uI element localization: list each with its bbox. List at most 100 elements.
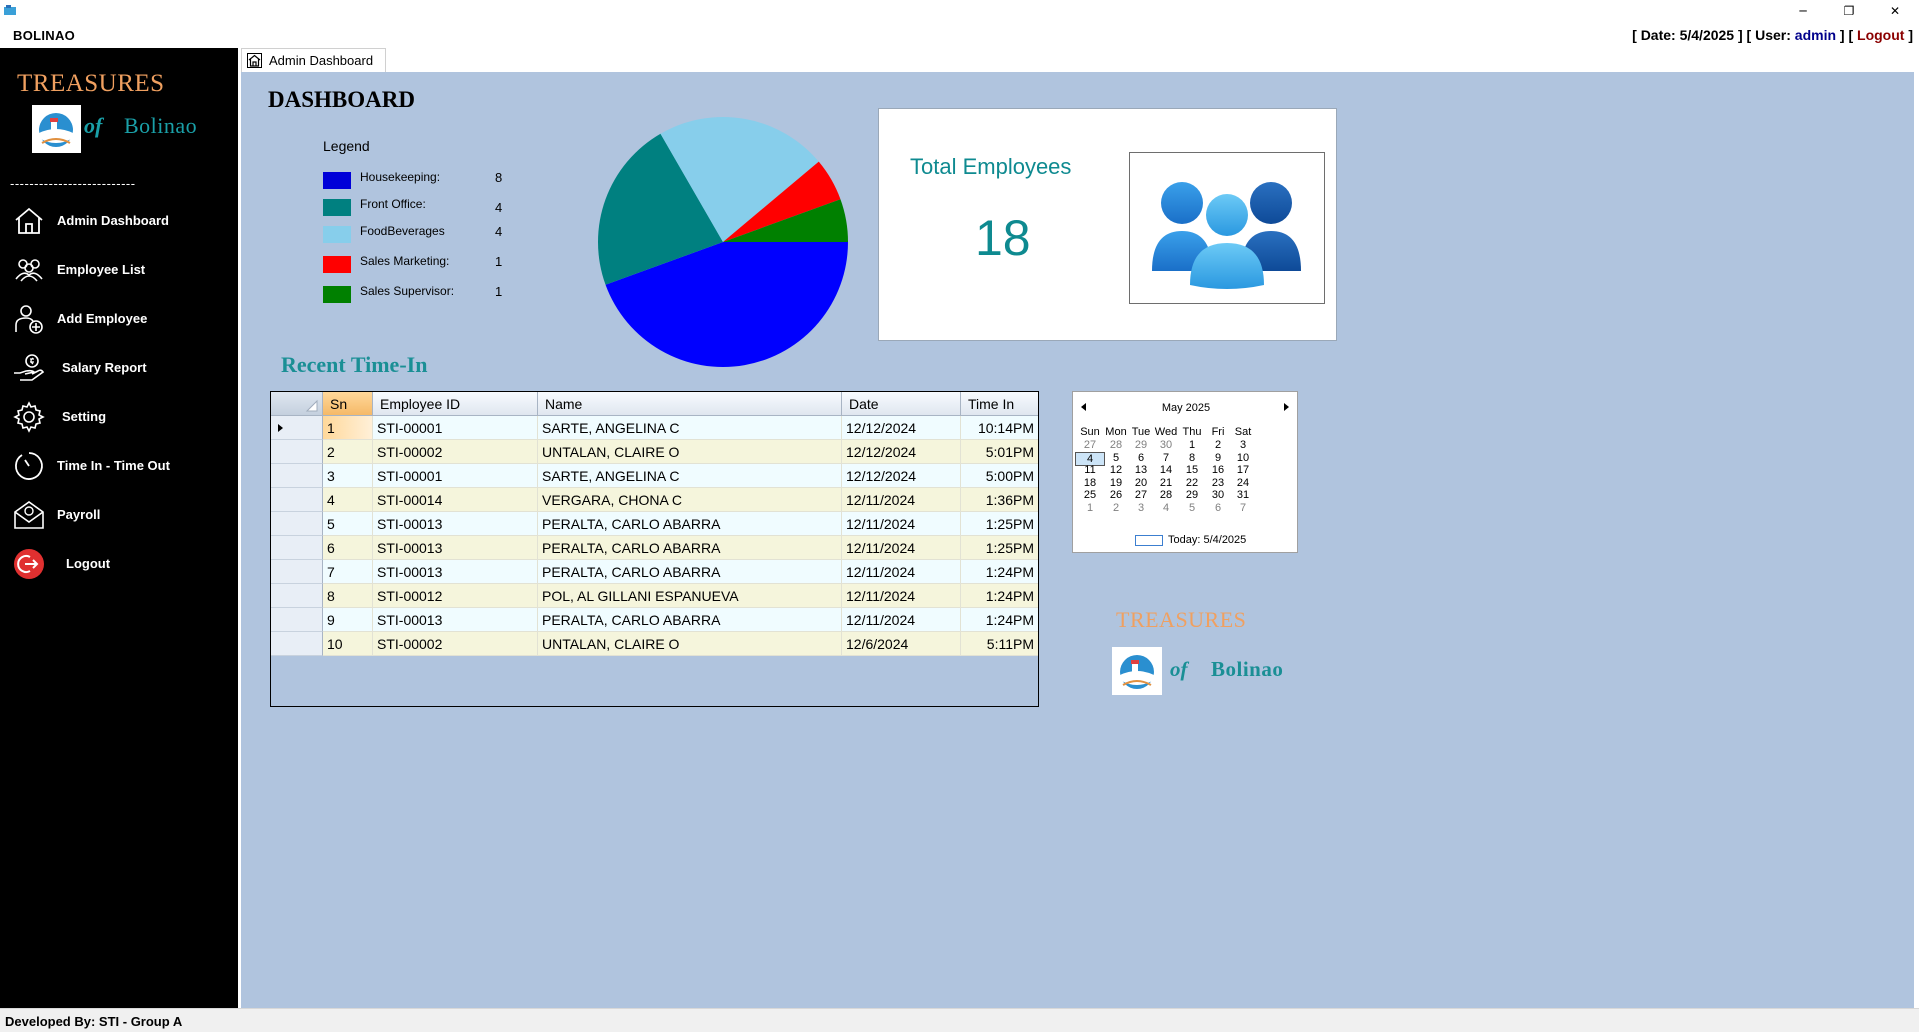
table-cell[interactable]: VERGARA, CHONA C bbox=[538, 488, 842, 512]
grid-corner[interactable] bbox=[271, 392, 323, 416]
table-cell[interactable]: 7 bbox=[323, 560, 373, 584]
sidebar-item-setting[interactable]: Setting bbox=[0, 394, 238, 438]
table-cell[interactable]: 1:24PM bbox=[961, 608, 1038, 632]
table-cell[interactable]: STI-00001 bbox=[373, 464, 538, 488]
tab-admin-dashboard[interactable]: Admin Dashboard bbox=[241, 48, 386, 72]
row-header[interactable] bbox=[271, 440, 323, 464]
table-cell[interactable]: 10:14PM bbox=[961, 416, 1038, 440]
table-cell[interactable]: SARTE, ANGELINA C bbox=[538, 464, 842, 488]
table-cell[interactable]: UNTALAN, CLAIRE O bbox=[538, 440, 842, 464]
column-header-employee-id[interactable]: Employee ID bbox=[373, 392, 538, 416]
table-cell[interactable]: 12/11/2024 bbox=[842, 512, 961, 536]
column-header-date[interactable]: Date bbox=[842, 392, 961, 416]
sidebar-item-payroll[interactable]: Payroll bbox=[0, 492, 238, 536]
calendar-day[interactable]: 7 bbox=[1228, 502, 1258, 516]
table-cell[interactable]: STI-00014 bbox=[373, 488, 538, 512]
row-header[interactable] bbox=[271, 560, 323, 584]
row-header[interactable] bbox=[271, 584, 323, 608]
table-cell[interactable]: STI-00002 bbox=[373, 632, 538, 656]
table-cell[interactable]: STI-00002 bbox=[373, 440, 538, 464]
table-cell[interactable]: 12/12/2024 bbox=[842, 416, 961, 440]
row-header[interactable] bbox=[271, 488, 323, 512]
table-cell[interactable]: 12/11/2024 bbox=[842, 488, 961, 512]
sidebar-item-salary-report[interactable]: Salary Report bbox=[0, 345, 238, 389]
table-row[interactable]: 6 STI-00013 PERALTA, CARLO ABARRA 12/11/202… bbox=[271, 536, 1038, 560]
table-cell[interactable]: 4 bbox=[323, 488, 373, 512]
table-cell[interactable]: 12/12/2024 bbox=[842, 464, 961, 488]
row-header[interactable] bbox=[271, 608, 323, 632]
column-header-sn[interactable]: Sn bbox=[323, 392, 373, 416]
table-row[interactable]: 9 STI-00013 PERALTA, CARLO ABARRA 12/11/202… bbox=[271, 608, 1038, 632]
table-cell[interactable]: STI-00001 bbox=[373, 416, 538, 440]
row-header[interactable] bbox=[271, 512, 323, 536]
table-cell[interactable]: PERALTA, CARLO ABARRA bbox=[538, 536, 842, 560]
table-cell[interactable]: 1:24PM bbox=[961, 584, 1038, 608]
month-calendar[interactable]: May 2025 Today: 5/4/2025 Sun Mon Tue Wed Thu… bbox=[1072, 391, 1298, 553]
row-header[interactable] bbox=[271, 536, 323, 560]
sidebar-item-admin-dashboard[interactable]: Admin Dashboard bbox=[0, 198, 238, 242]
row-header[interactable] bbox=[271, 464, 323, 488]
sidebar-item-time-in-time-out[interactable]: Time In - Time Out bbox=[0, 443, 238, 487]
total-employees-label: Total Employees bbox=[910, 154, 1072, 179]
table-cell[interactable]: UNTALAN, CLAIRE O bbox=[538, 632, 842, 656]
recent-time-in-grid[interactable]: Sn Employee ID Name Date Time In 1 STI-00… bbox=[270, 391, 1039, 707]
app-window: ─ ❐ ✕ BOLINAO [ Date: 5/4/2025 ] [ User:… bbox=[0, 0, 1919, 1032]
minimize-button[interactable]: ─ bbox=[1780, 0, 1826, 22]
table-cell[interactable]: STI-00013 bbox=[373, 608, 538, 632]
table-row[interactable]: 5 STI-00013 PERALTA, CARLO ABARRA 12/11/202… bbox=[271, 512, 1038, 536]
table-row[interactable]: 4 STI-00014 VERGARA, CHONA C 12/11/2024 1:36… bbox=[271, 488, 1038, 512]
table-cell[interactable]: SARTE, ANGELINA C bbox=[538, 416, 842, 440]
sidebar-item-add-employee[interactable]: Add Employee bbox=[0, 296, 238, 340]
table-cell[interactable]: 5:00PM bbox=[961, 464, 1038, 488]
column-header-time-in[interactable]: Time In bbox=[961, 392, 1038, 416]
table-cell[interactable]: 1:24PM bbox=[961, 560, 1038, 584]
logout-link[interactable]: Logout bbox=[1857, 27, 1904, 43]
sidebar-item-employee-list[interactable]: Employee List bbox=[0, 247, 238, 291]
calendar-today-link[interactable]: Today: 5/4/2025 bbox=[1168, 534, 1246, 546]
table-cell[interactable]: STI-00013 bbox=[373, 560, 538, 584]
table-cell[interactable]: 10 bbox=[323, 632, 373, 656]
calendar-next-button[interactable] bbox=[1284, 403, 1289, 411]
tab-label: Admin Dashboard bbox=[269, 53, 374, 68]
column-header-name[interactable]: Name bbox=[538, 392, 842, 416]
table-cell[interactable]: STI-00012 bbox=[373, 584, 538, 608]
table-cell[interactable]: 9 bbox=[323, 608, 373, 632]
table-row[interactable]: 2 STI-00002 UNTALAN, CLAIRE O 12/12/2024 5:0… bbox=[271, 440, 1038, 464]
table-cell[interactable]: 5:01PM bbox=[961, 440, 1038, 464]
table-cell[interactable]: PERALTA, CARLO ABARRA bbox=[538, 608, 842, 632]
table-cell[interactable]: 1:25PM bbox=[961, 536, 1038, 560]
maximize-button[interactable]: ❐ bbox=[1826, 0, 1872, 22]
table-cell[interactable]: STI-00013 bbox=[373, 512, 538, 536]
table-cell[interactable]: 8 bbox=[323, 584, 373, 608]
table-cell[interactable]: 1:36PM bbox=[961, 488, 1038, 512]
table-cell[interactable]: 12/11/2024 bbox=[842, 536, 961, 560]
close-button[interactable]: ✕ bbox=[1872, 0, 1918, 22]
table-row[interactable]: 10 STI-00002 UNTALAN, CLAIRE O 12/6/2024 5:1… bbox=[271, 632, 1038, 656]
table-row[interactable]: 7 STI-00013 PERALTA, CARLO ABARRA 12/11/202… bbox=[271, 560, 1038, 584]
table-cell[interactable]: PERALTA, CARLO ABARRA bbox=[538, 560, 842, 584]
table-cell[interactable]: PERALTA, CARLO ABARRA bbox=[538, 512, 842, 536]
table-cell[interactable]: 12/11/2024 bbox=[842, 584, 961, 608]
table-cell[interactable]: 2 bbox=[323, 440, 373, 464]
row-header[interactable] bbox=[271, 416, 323, 440]
table-row[interactable]: 1 STI-00001 SARTE, ANGELINA C 12/12/2024 10:… bbox=[271, 416, 1038, 440]
table-cell[interactable]: 12/11/2024 bbox=[842, 608, 961, 632]
employees-picture bbox=[1129, 152, 1325, 304]
legend-swatch bbox=[323, 226, 351, 243]
table-cell[interactable]: 1:25PM bbox=[961, 512, 1038, 536]
table-cell[interactable]: 12/6/2024 bbox=[842, 632, 961, 656]
table-cell[interactable]: POL, AL GILLANI ESPANUEVA bbox=[538, 584, 842, 608]
sidebar-item-logout[interactable]: Logout bbox=[0, 541, 238, 585]
table-row[interactable]: 8 STI-00012 POL, AL GILLANI ESPANUEVA 12/11… bbox=[271, 584, 1038, 608]
table-cell[interactable]: 1 bbox=[323, 416, 373, 440]
table-cell[interactable]: 12/11/2024 bbox=[842, 560, 961, 584]
table-cell[interactable]: STI-00013 bbox=[373, 536, 538, 560]
row-header[interactable] bbox=[271, 632, 323, 656]
table-cell[interactable]: 5:11PM bbox=[961, 632, 1038, 656]
calendar-month-title[interactable]: May 2025 bbox=[1073, 402, 1299, 414]
table-cell[interactable]: 3 bbox=[323, 464, 373, 488]
table-row[interactable]: 3 STI-00001 SARTE, ANGELINA C 12/12/2024 5:0… bbox=[271, 464, 1038, 488]
table-cell[interactable]: 12/12/2024 bbox=[842, 440, 961, 464]
table-cell[interactable]: 6 bbox=[323, 536, 373, 560]
table-cell[interactable]: 5 bbox=[323, 512, 373, 536]
